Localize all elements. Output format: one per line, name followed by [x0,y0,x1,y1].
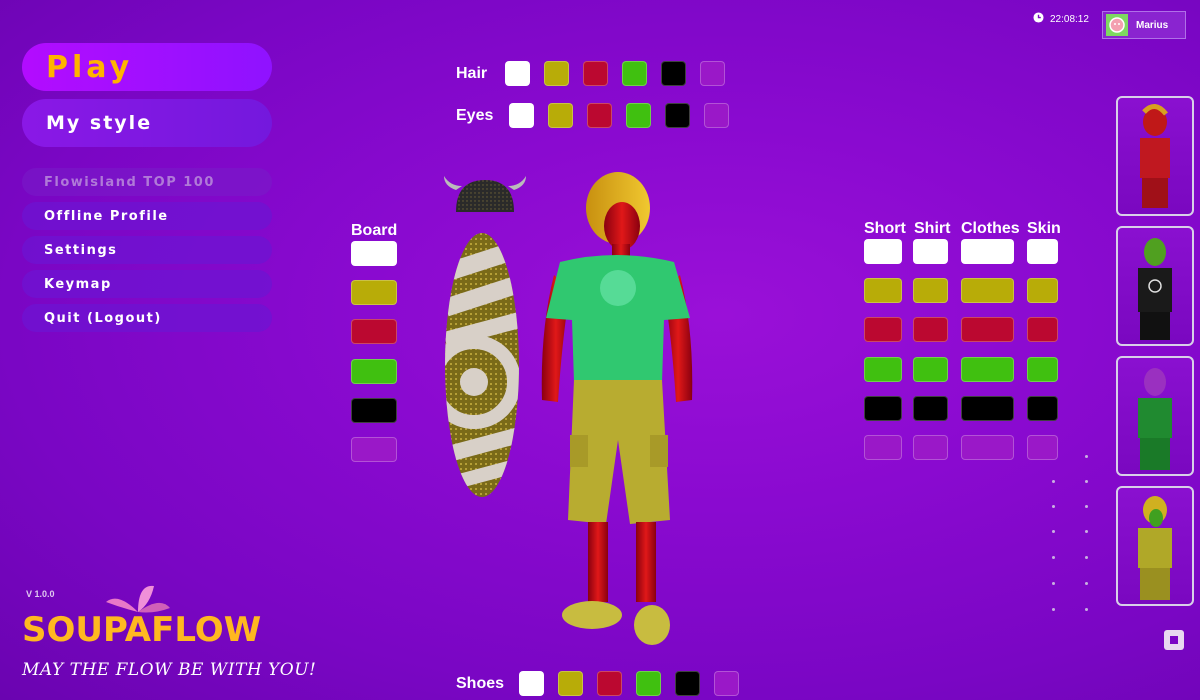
shoes-swatch-white[interactable] [519,671,544,696]
dot [1085,455,1088,458]
board-label: Board [351,222,398,239]
eyes-swatch-green[interactable] [626,103,651,128]
shirt-swatch-red[interactable] [913,317,948,343]
menu-item-offline-profile[interactable]: Offline Profile [22,202,272,230]
hair-swatch-red[interactable] [583,61,608,86]
clothes-swatch-red[interactable] [961,317,1014,343]
shirt-swatch-black[interactable] [913,395,948,421]
hair-swatch-black[interactable] [661,61,686,86]
hair-swatch-green[interactable] [622,61,647,86]
dot [1085,582,1088,585]
board-swatch-black[interactable] [351,397,397,423]
preset-outfit-1[interactable] [1116,96,1194,216]
clock-icon [1033,12,1044,26]
helmet-item[interactable] [442,172,528,219]
eyes-swatch-olive[interactable] [548,103,573,128]
board-swatch-white[interactable] [351,241,397,266]
clothes-swatch-green[interactable] [961,356,1014,382]
dot [1085,505,1088,508]
short-swatch-red[interactable] [864,317,902,343]
dot [1052,582,1055,585]
clothes-swatch-olive[interactable] [961,278,1014,304]
soupaflow-logo: SOUPAFLOW [22,610,262,650]
eyes-swatch-black[interactable] [665,103,690,128]
dot [1085,608,1088,611]
menu-item-top100[interactable]: Flowisland TOP 100 [22,168,272,196]
eyes-swatch-white[interactable] [509,103,534,128]
surfboard-item[interactable] [444,232,520,503]
play-button[interactable]: Play [22,43,272,91]
board-swatch-red[interactable] [351,319,397,345]
board-swatch-green[interactable] [351,358,397,384]
shirt-swatch-white[interactable] [913,239,948,264]
clock: 22:08:12 [1033,12,1089,26]
dot [1052,556,1055,559]
hair-swatch-olive[interactable] [544,61,569,86]
short-swatch-green[interactable] [864,356,902,382]
dot [1052,505,1055,508]
hair-swatch-purple[interactable] [700,61,725,86]
shoes-swatch-red[interactable] [597,671,622,696]
hair-swatch-white[interactable] [505,61,530,86]
short-swatch-olive[interactable] [864,278,902,304]
short-swatch-white[interactable] [864,239,902,264]
shoes-label: Shoes [456,675,505,692]
username: Marius [1136,19,1169,31]
hair-label: Hair [456,65,488,82]
user-badge[interactable]: Marius [1102,11,1186,39]
avatar-icon [1106,14,1128,36]
skin-swatch-black[interactable] [1027,395,1058,421]
preset-outfit-3[interactable] [1116,356,1194,476]
menu-item-settings[interactable]: Settings [22,236,272,264]
dot [1052,530,1055,533]
dot [1085,556,1088,559]
dot [1085,530,1088,533]
preset-outfit-4[interactable] [1116,486,1194,606]
dot [1052,480,1055,483]
short-swatch-black[interactable] [864,395,902,421]
clothes-label: Clothes [961,220,1020,237]
eyes-swatch-red[interactable] [587,103,612,128]
character-model[interactable] [530,170,710,655]
short-swatch-purple[interactable] [864,435,902,460]
short-label: Short [864,220,906,237]
eyes-label: Eyes [456,107,494,124]
skin-swatch-white[interactable] [1027,239,1058,264]
shoes-swatch-black[interactable] [675,671,700,696]
version-label: V 1.0.0 [26,589,55,599]
skin-label: Skin [1027,220,1061,237]
my-style-button[interactable]: My style [22,99,272,147]
skin-swatch-red[interactable] [1027,317,1058,343]
clothes-swatch-purple[interactable] [961,435,1014,460]
board-swatch-olive[interactable] [351,280,397,306]
tagline: MAY THE FLOW BE WITH YOU! [22,660,317,680]
stop-icon[interactable] [1164,630,1184,650]
skin-swatch-purple[interactable] [1027,435,1058,460]
menu-item-keymap[interactable]: Keymap [22,270,272,298]
shirt-swatch-olive[interactable] [913,278,948,304]
clothes-swatch-black[interactable] [961,395,1014,421]
shoes-swatch-green[interactable] [636,671,661,696]
shirt-swatch-green[interactable] [913,356,948,382]
shoes-swatch-olive[interactable] [558,671,583,696]
board-swatch-purple[interactable] [351,437,397,462]
shirt-label: Shirt [914,220,951,237]
dot [1052,608,1055,611]
skin-swatch-olive[interactable] [1027,278,1058,304]
eyes-swatch-purple[interactable] [704,103,729,128]
preset-outfit-2[interactable] [1116,226,1194,346]
shirt-swatch-purple[interactable] [913,435,948,460]
clothes-swatch-white[interactable] [961,239,1014,264]
clock-time: 22:08:12 [1050,13,1089,25]
shoes-swatch-purple[interactable] [714,671,739,696]
skin-swatch-green[interactable] [1027,356,1058,382]
menu-item-quit[interactable]: Quit (Logout) [22,304,272,332]
dot [1085,480,1088,483]
